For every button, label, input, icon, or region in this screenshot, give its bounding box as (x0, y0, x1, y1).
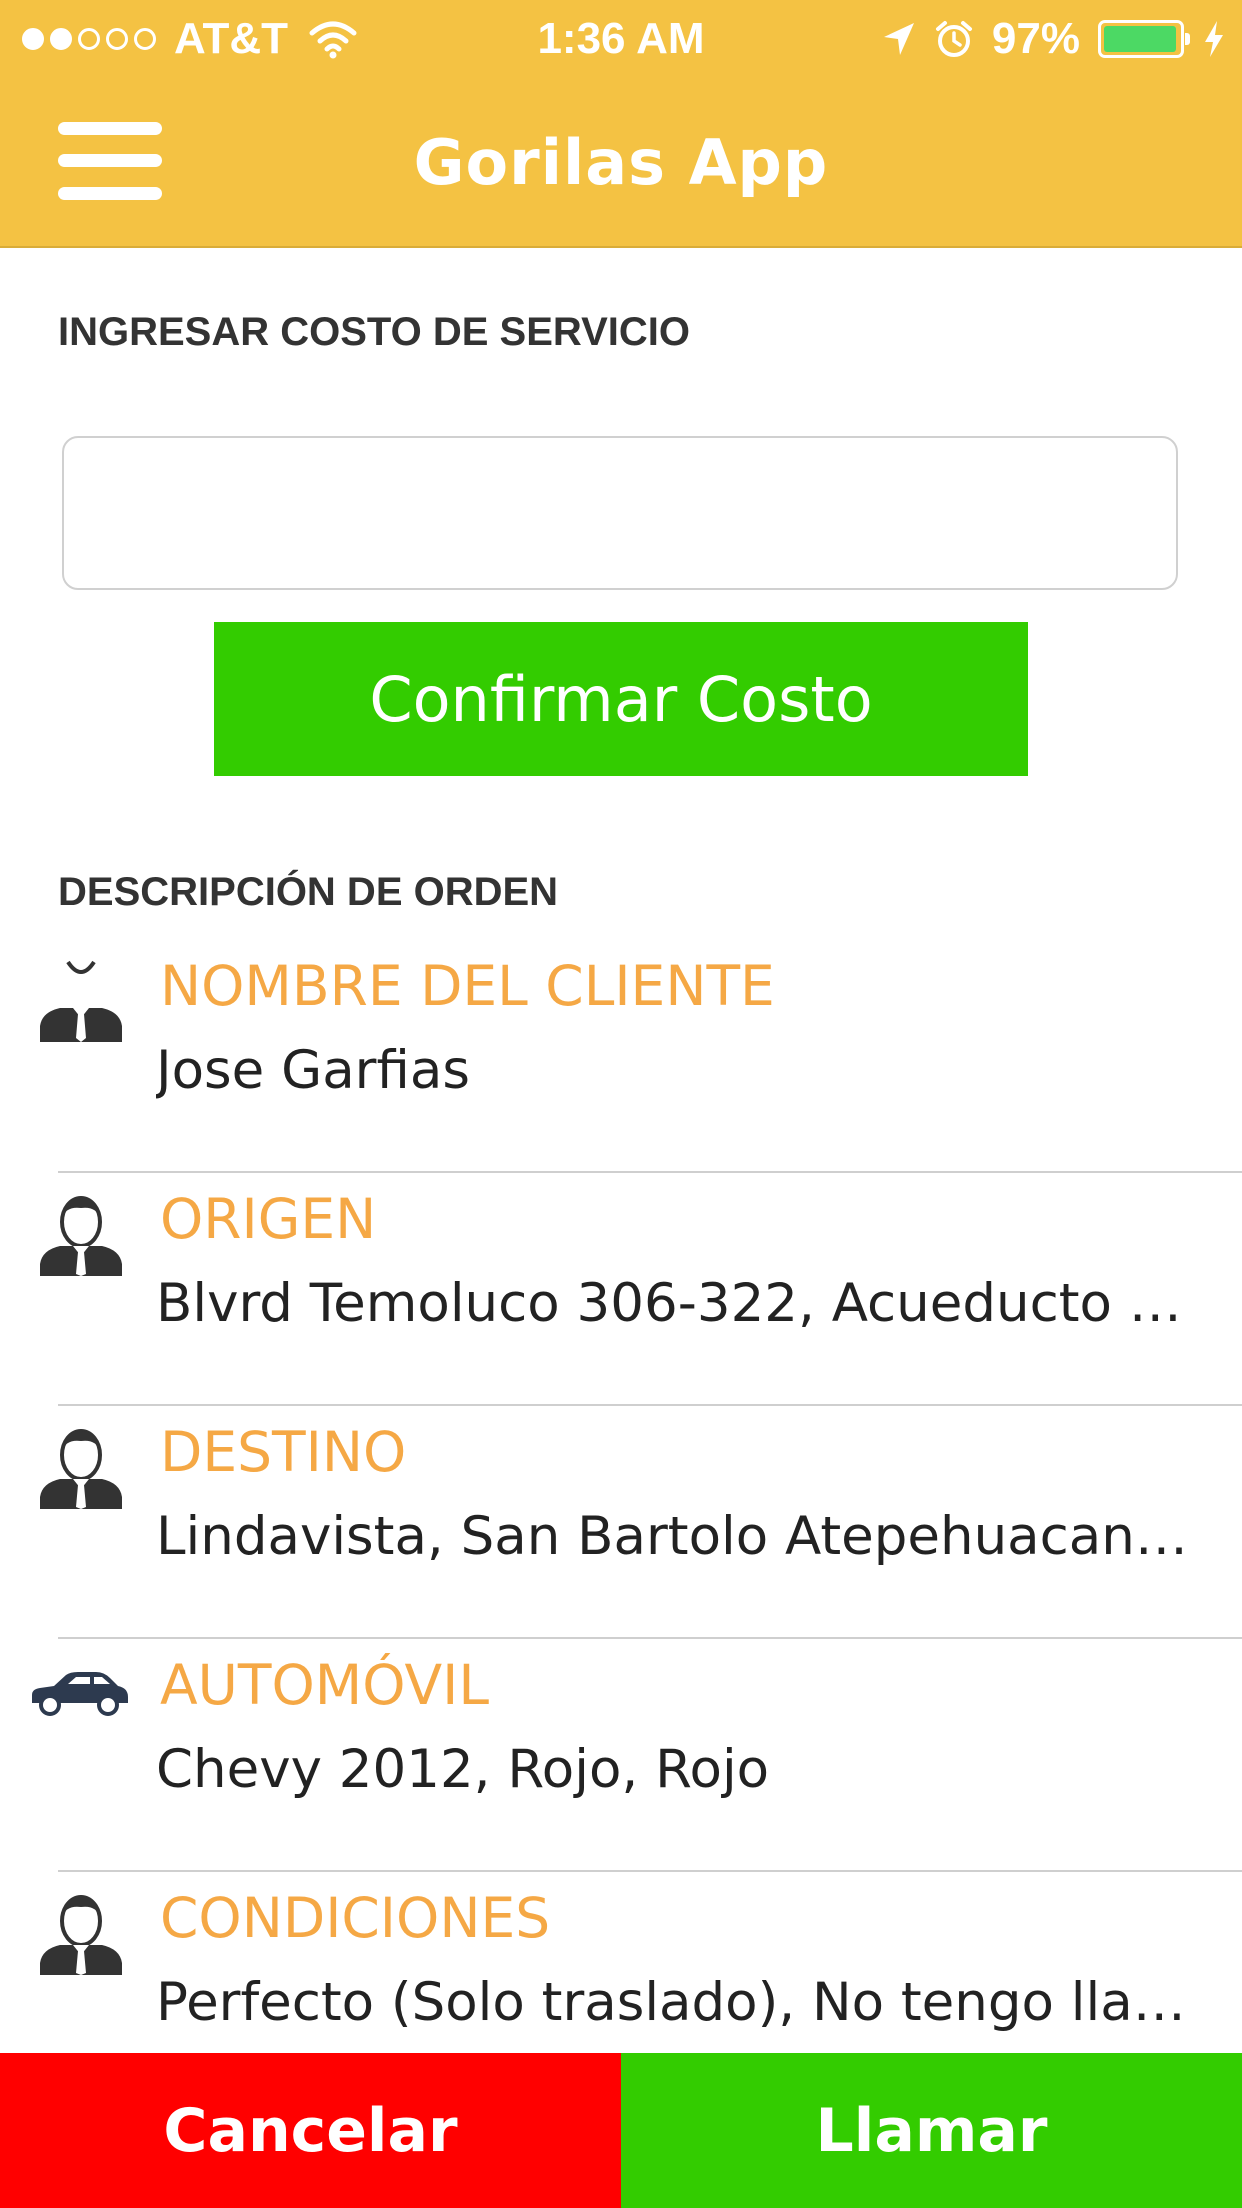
item-value: Chevy 2012, Rojo, Rojo (156, 1739, 770, 1800)
order-description-list: NOMBRE DEL CLIENTE Jose Garfias ORIGEN B… (0, 940, 1242, 2105)
item-title: AUTOMÓVIL (160, 1653, 490, 1717)
item-title: ORIGEN (160, 1187, 377, 1251)
cancel-button[interactable]: Cancelar (0, 2053, 621, 2208)
person-icon (40, 1895, 122, 1975)
item-title: CONDICIONES (160, 1886, 551, 1950)
confirm-cost-button[interactable]: Confirmar Costo (214, 622, 1028, 776)
cost-section-label: INGRESAR COSTO DE SERVICIO (58, 310, 690, 354)
bottom-action-bar: Cancelar Llamar (0, 2053, 1242, 2208)
nav-bar: Gorilas App (0, 80, 1242, 248)
cost-input[interactable] (62, 436, 1178, 590)
item-value: Lindavista, San Bartolo Atepehuacan, C..… (156, 1506, 1204, 1567)
order-item-client-name: NOMBRE DEL CLIENTE Jose Garfias (0, 940, 1242, 1173)
battery-icon (1098, 20, 1190, 58)
item-value: Perfecto (Solo traslado), No tengo llave… (156, 1972, 1204, 2033)
item-title: DESTINO (160, 1420, 407, 1484)
alarm-clock-icon (935, 21, 972, 57)
item-value: Blvrd Temoluco 306-322, Acueducto de... (156, 1273, 1204, 1334)
item-value: Jose Garfias (156, 1040, 470, 1101)
car-icon (32, 1672, 128, 1716)
order-item-destination: DESTINO Lindavista, San Bartolo Atepehua… (0, 1406, 1242, 1639)
status-right: 97% (880, 14, 1226, 64)
charging-bolt-icon (1205, 21, 1223, 57)
call-button[interactable]: Llamar (621, 2053, 1242, 2208)
order-item-vehicle: AUTOMÓVIL Chevy 2012, Rojo, Rojo (0, 1639, 1242, 1872)
app-title: Gorilas App (413, 126, 829, 199)
status-bar: AT&T 1:36 AM 97% (0, 0, 1242, 80)
order-item-origin: ORIGEN Blvrd Temoluco 306-322, Acueducto… (0, 1173, 1242, 1406)
location-arrow-icon (883, 23, 914, 55)
battery-fill (1104, 26, 1176, 52)
person-icon (40, 960, 122, 1042)
person-icon (40, 1196, 122, 1276)
battery-percent: 97% (991, 14, 1080, 63)
item-title: NOMBRE DEL CLIENTE (160, 954, 775, 1018)
order-section-label: DESCRIPCIÓN DE ORDEN (58, 870, 559, 914)
person-icon (40, 1429, 122, 1509)
